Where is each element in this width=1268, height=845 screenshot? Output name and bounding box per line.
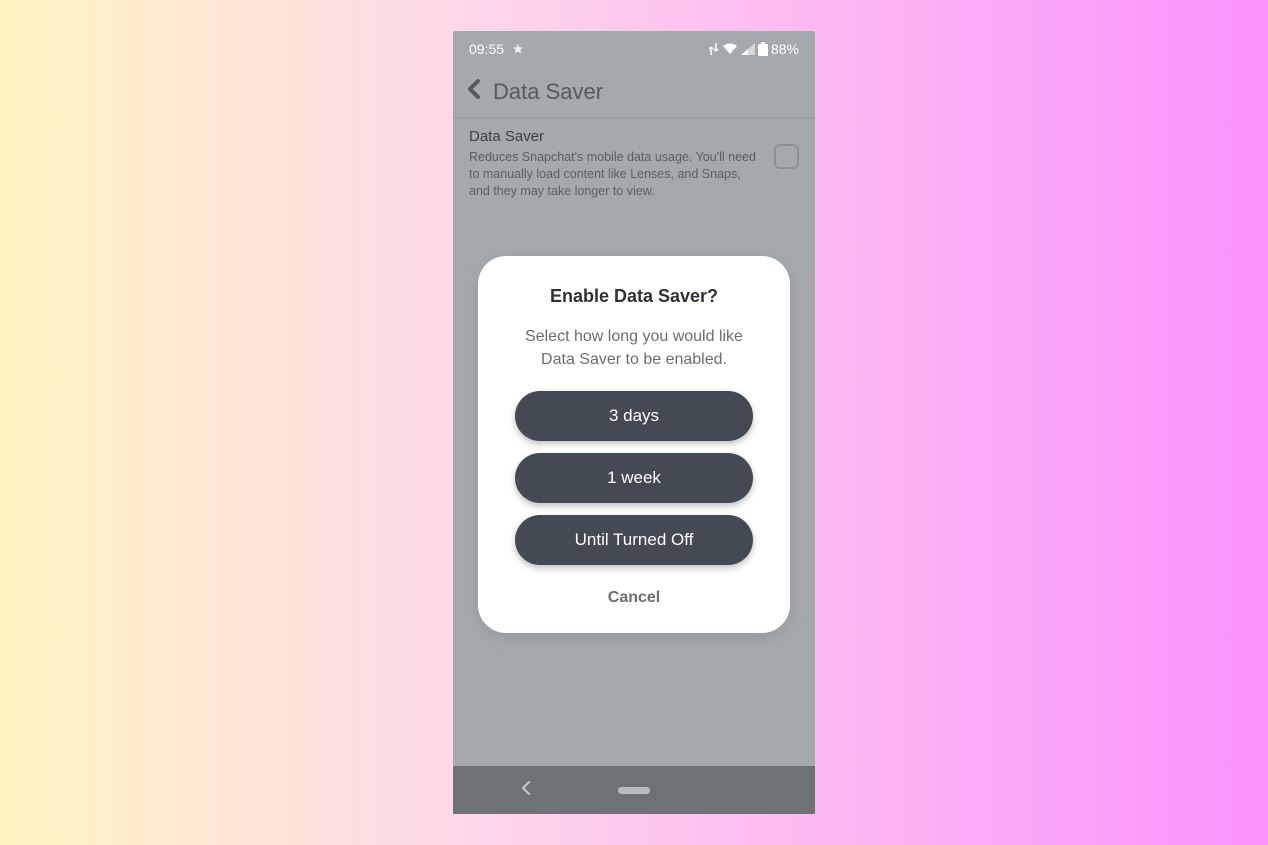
nav-home-pill[interactable] [618,787,650,794]
battery-percentage: 88% [771,41,799,57]
option-until-turned-off-button[interactable]: Until Turned Off [515,515,753,565]
back-chevron-icon[interactable] [467,78,481,106]
setting-text-block: Data Saver Reduces Snapchat's mobile dat… [469,128,762,200]
option-1-week-button[interactable]: 1 week [515,453,753,503]
modal-title: Enable Data Saver? [498,286,770,307]
setting-description: Reduces Snapchat's mobile data usage. Yo… [469,149,762,200]
status-time: 09:55 [469,41,504,57]
status-bar-left: 09:55 [469,41,524,57]
nav-back-icon[interactable] [521,781,531,800]
data-saver-checkbox[interactable] [774,144,799,169]
enable-data-saver-modal: Enable Data Saver? Select how long you w… [478,256,790,633]
notification-icon [512,43,524,55]
status-bar-right: 88% [709,41,799,57]
battery-icon [758,42,768,56]
data-transfer-icon [709,43,719,55]
cancel-button[interactable]: Cancel [498,577,770,611]
status-bar: 09:55 88% [453,31,815,67]
setting-label: Data Saver [469,128,762,145]
option-3-days-button[interactable]: 3 days [515,391,753,441]
modal-subtitle: Select how long you would like Data Save… [498,325,770,371]
data-saver-setting-row[interactable]: Data Saver Reduces Snapchat's mobile dat… [453,118,815,210]
page-header: Data Saver [453,67,815,118]
page-title: Data Saver [493,79,603,105]
wifi-icon [722,43,738,55]
system-nav-bar [453,766,815,814]
phone-screen: 09:55 88% Data Saver [453,31,815,814]
cellular-signal-icon [741,43,755,55]
